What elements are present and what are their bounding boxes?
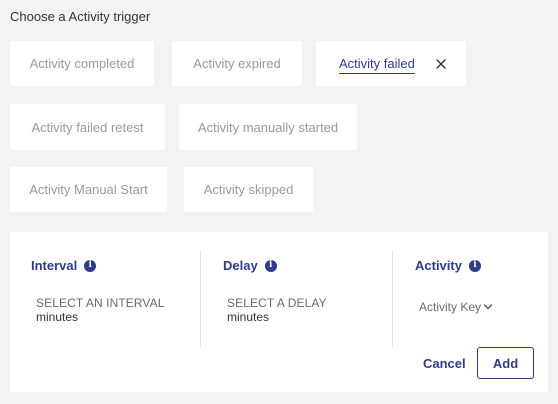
delay-placeholder: SELECT A DELAY bbox=[227, 296, 327, 310]
delay-heading: Delay i bbox=[223, 258, 277, 273]
activity-key-select[interactable]: Activity Key bbox=[419, 300, 493, 314]
column-divider bbox=[200, 250, 201, 347]
chevron-down-icon bbox=[483, 304, 493, 310]
trigger-label: Activity completed bbox=[29, 56, 135, 71]
interval-heading: Interval i bbox=[31, 258, 97, 273]
trigger-label: Activity failed retest bbox=[31, 119, 144, 135]
page-title: Choose a Activity trigger bbox=[10, 9, 151, 24]
delay-value: minutes bbox=[227, 310, 270, 324]
trigger-label: Activity skipped bbox=[203, 182, 294, 197]
trigger-label: Activity manually started bbox=[197, 119, 339, 135]
interval-value: minutes bbox=[36, 310, 79, 324]
interval-label: Interval bbox=[31, 258, 78, 273]
activity-heading: Activity i bbox=[415, 258, 481, 273]
trigger-activity-manually-started[interactable]: Activity manually started bbox=[179, 104, 357, 150]
trigger-activity-failed-retest[interactable]: Activity failed retest bbox=[10, 104, 165, 150]
trigger-activity-expired[interactable]: Activity expired bbox=[172, 41, 302, 86]
trigger-activity-skipped[interactable]: Activity skipped bbox=[184, 167, 313, 212]
activity-key-value: Activity Key bbox=[419, 300, 482, 314]
interval-select[interactable]: SELECT AN INTERVAL minutes bbox=[36, 296, 165, 324]
interval-placeholder: SELECT AN INTERVAL bbox=[36, 296, 165, 310]
activity-label: Activity bbox=[415, 258, 462, 273]
trigger-label: Activity failed bbox=[339, 56, 415, 74]
trigger-label: Activity Manual Start bbox=[29, 182, 148, 197]
trigger-config-panel: Interval i SELECT AN INTERVAL minutes De… bbox=[10, 232, 548, 392]
close-icon[interactable] bbox=[435, 58, 447, 70]
info-icon[interactable]: i bbox=[264, 259, 277, 272]
delay-select[interactable]: SELECT A DELAY minutes bbox=[227, 296, 327, 324]
trigger-activity-manual-start[interactable]: Activity Manual Start bbox=[10, 167, 167, 212]
info-icon[interactable]: i bbox=[468, 259, 481, 272]
column-divider bbox=[392, 250, 393, 347]
trigger-label: Activity expired bbox=[193, 56, 281, 71]
info-icon[interactable]: i bbox=[84, 259, 97, 272]
cancel-button[interactable]: Cancel bbox=[415, 348, 474, 378]
add-button[interactable]: Add bbox=[477, 347, 534, 379]
trigger-activity-completed[interactable]: Activity completed bbox=[10, 41, 154, 86]
trigger-activity-failed[interactable]: Activity failed bbox=[316, 41, 466, 86]
delay-label: Delay bbox=[223, 258, 258, 273]
